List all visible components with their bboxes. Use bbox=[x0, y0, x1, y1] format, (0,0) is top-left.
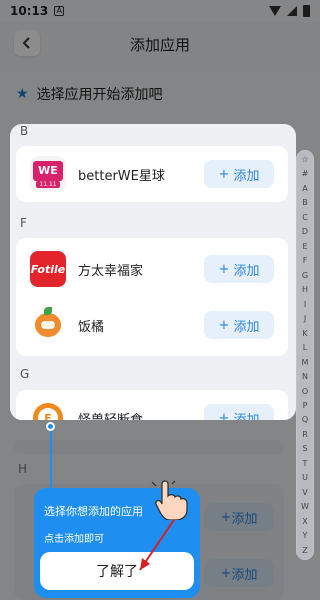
alphabet-index-letter[interactable]: ☆ bbox=[301, 155, 308, 164]
list-card-b: WE 11.11 betterWE星球 + 添加 bbox=[16, 146, 288, 202]
app-name: 怪兽轻断食 bbox=[78, 412, 144, 421]
list-item: F 怪兽轻断食 + 添加 bbox=[16, 390, 288, 420]
alphabet-index-letter[interactable]: Y bbox=[303, 531, 308, 540]
fanju-icon bbox=[30, 307, 66, 343]
tooltip-hint: 点击添加即可 bbox=[44, 534, 104, 545]
alphabet-index-letter[interactable]: R bbox=[302, 430, 308, 439]
alphabet-index-letter[interactable]: T bbox=[303, 459, 308, 468]
tooltip-anchor-dot bbox=[46, 422, 55, 431]
alphabet-index-letter[interactable]: D bbox=[302, 227, 308, 236]
alphabet-index-letter[interactable]: P bbox=[303, 401, 308, 410]
alphabet-index-letter[interactable]: Z bbox=[302, 546, 307, 555]
alphabet-index-letter[interactable]: K bbox=[302, 329, 307, 338]
alphabet-index-letter[interactable]: B bbox=[302, 198, 308, 207]
alphabet-index-letter[interactable]: A bbox=[302, 184, 307, 193]
alphabet-index-letter[interactable]: H bbox=[302, 285, 308, 294]
alphabet-index-letter[interactable]: I bbox=[304, 300, 306, 309]
plus-icon: + bbox=[218, 317, 230, 333]
alphabet-index[interactable]: ☆ # A B C D E F G H I J K L M N O P Q R S T U V W X Y Z bbox=[296, 150, 314, 560]
add-button[interactable]: + 添加 bbox=[204, 255, 274, 283]
guaishou-icon: F bbox=[30, 400, 66, 420]
alphabet-index-letter[interactable]: W bbox=[301, 502, 309, 511]
alphabet-index-letter[interactable]: C bbox=[302, 213, 308, 222]
alphabet-index-letter[interactable]: E bbox=[302, 242, 307, 251]
plus-icon: + bbox=[218, 410, 230, 421]
add-button[interactable]: + 添加 bbox=[204, 160, 274, 188]
alphabet-index-letter[interactable]: L bbox=[303, 343, 307, 352]
app-name: betterWE星球 bbox=[78, 168, 165, 184]
section-letter-g: G bbox=[20, 367, 30, 381]
highlight-panel: B WE 11.11 betterWE星球 + 添加 F Fotile 方太幸福家… bbox=[10, 124, 296, 420]
fotile-icon: Fotile bbox=[30, 251, 66, 287]
add-button[interactable]: + 添加 bbox=[204, 311, 274, 339]
alphabet-index-letter[interactable]: O bbox=[302, 387, 308, 396]
alphabet-index-letter[interactable]: G bbox=[302, 271, 308, 280]
list-card-f: Fotile 方太幸福家 + 添加 饭橘 + 添加 bbox=[16, 238, 288, 356]
alphabet-index-letter[interactable]: N bbox=[302, 372, 308, 381]
list-item: WE 11.11 betterWE星球 + 添加 bbox=[16, 146, 288, 202]
app-name: 方太幸福家 bbox=[78, 263, 144, 279]
plus-icon: + bbox=[218, 166, 230, 182]
list-item: Fotile 方太幸福家 + 添加 bbox=[16, 241, 288, 297]
alphabet-index-letter[interactable]: Q bbox=[302, 415, 308, 424]
plus-icon: + bbox=[218, 261, 230, 277]
app-name: 饭橘 bbox=[78, 319, 105, 335]
alphabet-index-letter[interactable]: J bbox=[304, 314, 306, 323]
alphabet-index-letter[interactable]: S bbox=[302, 444, 307, 453]
add-button[interactable]: + 添加 bbox=[204, 404, 274, 420]
alphabet-index-letter[interactable]: U bbox=[302, 473, 308, 482]
alphabet-index-letter[interactable]: V bbox=[302, 488, 307, 497]
hand-pointer-icon bbox=[151, 480, 188, 520]
alphabet-index-letter[interactable]: X bbox=[302, 517, 307, 526]
alphabet-index-letter[interactable]: # bbox=[302, 169, 309, 178]
tooltip-connector bbox=[50, 425, 52, 489]
list-item: 饭橘 + 添加 bbox=[16, 297, 288, 353]
section-letter-b: B bbox=[20, 124, 29, 138]
betterwe-icon: WE 11.11 bbox=[30, 156, 66, 192]
alphabet-index-letter[interactable]: F bbox=[303, 256, 308, 265]
alphabet-index-letter[interactable]: M bbox=[302, 358, 309, 367]
section-letter-f: F bbox=[20, 216, 27, 230]
list-card-g: F 怪兽轻断食 + 添加 bbox=[16, 390, 288, 420]
